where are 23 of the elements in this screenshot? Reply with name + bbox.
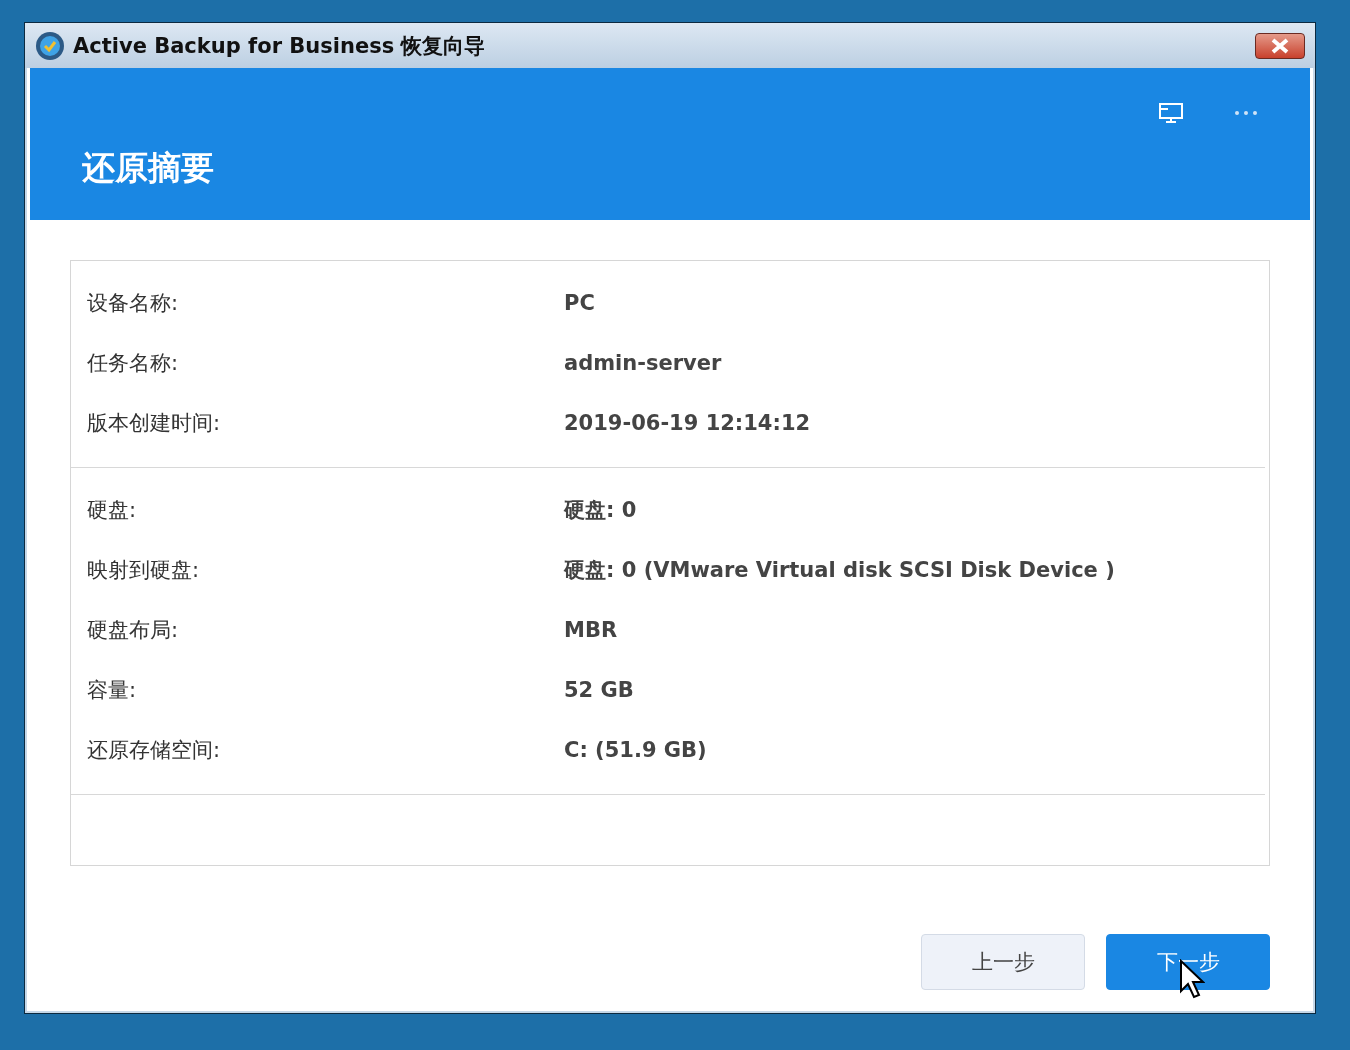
field-label: 硬盘: bbox=[87, 497, 138, 524]
field-label: 设备名称: bbox=[87, 290, 180, 317]
field-value: 硬盘: 0 (VMware Virtual disk SCSI Disk Device ) bbox=[564, 558, 1115, 582]
field-label: 容量: bbox=[87, 677, 138, 704]
field-label: 硬盘布局: bbox=[87, 617, 180, 644]
field-value: C: (51.9 GB) bbox=[564, 738, 707, 762]
window-title: Active Backup for Business 恢复向导 bbox=[73, 32, 487, 60]
field-value: 硬盘: 0 bbox=[564, 498, 637, 522]
field-label: 任务名称: bbox=[87, 350, 180, 377]
field-value: 52 GB bbox=[564, 678, 634, 702]
monitor-icon[interactable] bbox=[1158, 102, 1184, 124]
page-title: 还原摘要 bbox=[82, 147, 215, 189]
field-value: 2019-06-19 12:14:12 bbox=[564, 411, 811, 435]
app-logo-icon bbox=[35, 30, 65, 61]
field-value: admin-server bbox=[564, 351, 722, 375]
field-label: 还原存储空间: bbox=[87, 737, 222, 764]
field-value: PC bbox=[564, 291, 595, 315]
field-label: 版本创建时间: bbox=[87, 410, 222, 437]
field-label: 映射到硬盘: bbox=[87, 557, 201, 584]
field-value: MBR bbox=[564, 618, 618, 642]
close-icon bbox=[1269, 37, 1291, 54]
back-button[interactable]: 上一步 bbox=[921, 934, 1085, 990]
close-button[interactable] bbox=[1255, 32, 1305, 59]
